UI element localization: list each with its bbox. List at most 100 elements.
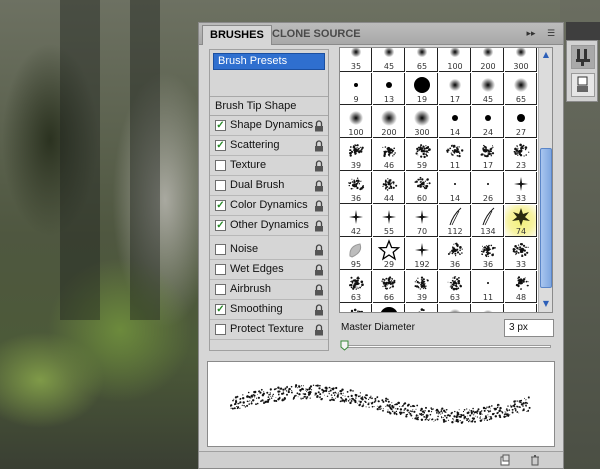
lock-icon[interactable]	[314, 264, 324, 276]
checkbox[interactable]	[215, 160, 226, 171]
brush-preset[interactable]: 200	[373, 106, 405, 138]
brush-preset[interactable]: 100	[406, 304, 438, 312]
brush-preset[interactable]: 200	[472, 48, 504, 72]
brush-preset[interactable]: 100	[439, 48, 471, 72]
brush-preset[interactable]: 24	[472, 106, 504, 138]
scroll-thumb[interactable]	[540, 148, 552, 288]
brush-preset[interactable]: 42	[340, 205, 372, 237]
brush-preset[interactable]: 14	[439, 172, 471, 204]
dock-brushes-button[interactable]	[571, 45, 595, 69]
brush-preset[interactable]: 55	[373, 205, 405, 237]
brush-preset[interactable]: 45	[373, 48, 405, 72]
checkbox[interactable]	[215, 180, 226, 191]
checkbox-checked[interactable]: ✓	[215, 220, 226, 231]
brush-preset[interactable]: 59	[406, 139, 438, 171]
brush-preset[interactable]: 36	[439, 238, 471, 270]
master-diameter-input[interactable]: 3 px	[504, 319, 554, 337]
lock-icon[interactable]	[314, 120, 324, 132]
brush-preset[interactable]: 23	[505, 139, 537, 171]
brush-preset[interactable]: 17	[472, 139, 504, 171]
brush-preset[interactable]: 60	[406, 172, 438, 204]
checkbox[interactable]	[215, 324, 226, 335]
brush-preset[interactable]: 70	[406, 205, 438, 237]
brush-preset[interactable]: 36	[340, 172, 372, 204]
brush-grid-scrollbar[interactable]: ▲ ▼	[538, 48, 552, 312]
brush-preset[interactable]: 46	[373, 139, 405, 171]
brush-preset[interactable]: 11	[439, 139, 471, 171]
option-row[interactable]: ✓ Color Dynamics	[210, 196, 328, 216]
lock-icon[interactable]	[314, 200, 324, 212]
option-row[interactable]: Wet Edges	[210, 260, 328, 280]
brush-preset[interactable]: 11	[472, 271, 504, 303]
checkbox[interactable]	[215, 284, 226, 295]
scroll-down-icon[interactable]: ▼	[540, 298, 552, 310]
brush-preset[interactable]: 39	[406, 271, 438, 303]
new-preset-icon[interactable]	[499, 454, 511, 466]
lock-icon[interactable]	[314, 324, 324, 336]
brush-preset[interactable]: 17	[439, 73, 471, 105]
brush-preset[interactable]: 65	[406, 48, 438, 72]
brush-preset[interactable]: 300	[505, 48, 537, 72]
brush-preset[interactable]: 100	[340, 106, 372, 138]
brush-preset[interactable]: 95	[340, 238, 372, 270]
brush-preset[interactable]: 14	[439, 106, 471, 138]
scroll-up-icon[interactable]: ▲	[540, 49, 552, 61]
brush-preset[interactable]: 29	[373, 238, 405, 270]
brush-preset[interactable]: 74	[505, 205, 537, 237]
master-diameter-slider[interactable]	[343, 345, 551, 348]
option-row[interactable]: Noise	[210, 240, 328, 260]
brush-preset[interactable]: 55	[373, 304, 405, 312]
lock-icon[interactable]	[314, 220, 324, 232]
brush-preset[interactable]: 63	[340, 271, 372, 303]
brush-preset[interactable]: 192	[406, 238, 438, 270]
brush-preset[interactable]: 33	[505, 238, 537, 270]
option-row[interactable]: ✓ Scattering	[210, 136, 328, 156]
brush-preset[interactable]: 45	[472, 304, 504, 312]
option-row[interactable]: Airbrush	[210, 280, 328, 300]
lock-icon[interactable]	[314, 304, 324, 316]
checkbox-checked[interactable]: ✓	[215, 120, 226, 131]
brush-preset[interactable]: 36	[472, 238, 504, 270]
brush-preset[interactable]: 134	[472, 205, 504, 237]
lock-icon[interactable]	[314, 180, 324, 192]
checkbox-checked[interactable]: ✓	[215, 200, 226, 211]
slider-thumb[interactable]	[340, 340, 349, 351]
brush-preset[interactable]: 13	[373, 73, 405, 105]
lock-icon[interactable]	[314, 160, 324, 172]
brush-preset[interactable]: 45	[472, 73, 504, 105]
option-row[interactable]: ✓ Smoothing	[210, 300, 328, 320]
dock-clone-source-button[interactable]	[571, 73, 595, 97]
option-row[interactable]: Dual Brush	[210, 176, 328, 196]
brush-preset[interactable]: 66	[373, 271, 405, 303]
trash-icon[interactable]	[529, 454, 541, 466]
option-row[interactable]: Texture	[210, 156, 328, 176]
checkbox[interactable]	[215, 244, 226, 255]
collapse-icon[interactable]: ▸▸	[523, 27, 539, 41]
brush-preset[interactable]: 9	[340, 73, 372, 105]
brush-preset[interactable]: 48	[505, 271, 537, 303]
option-row[interactable]: ✓ Other Dynamics	[210, 216, 328, 236]
brush-preset[interactable]: 112	[439, 205, 471, 237]
brush-preset[interactable]: 63	[439, 271, 471, 303]
tab-brushes[interactable]: BRUSHES	[202, 25, 272, 45]
brush-preset[interactable]: 27	[505, 106, 537, 138]
option-row[interactable]: Protect Texture	[210, 320, 328, 340]
brush-preset[interactable]: 35	[340, 48, 372, 72]
checkbox-checked[interactable]: ✓	[215, 140, 226, 151]
brush-tip-shape-item[interactable]: Brush Tip Shape	[210, 96, 328, 116]
brush-presets-button[interactable]: Brush Presets	[213, 53, 325, 70]
brush-preset[interactable]: 19	[406, 73, 438, 105]
brush-preset[interactable]: 44	[373, 172, 405, 204]
checkbox-checked[interactable]: ✓	[215, 304, 226, 315]
brush-preset[interactable]: 75	[439, 304, 471, 312]
lock-icon[interactable]	[314, 284, 324, 296]
brush-preset[interactable]: 33	[505, 172, 537, 204]
brush-preset[interactable]: 32	[340, 304, 372, 312]
brush-preset[interactable]: 300	[406, 106, 438, 138]
tab-clone-source[interactable]: CLONE SOURCE	[265, 25, 368, 45]
brush-preset[interactable]: 39	[340, 139, 372, 171]
lock-icon[interactable]	[314, 140, 324, 152]
brush-preset[interactable]: 65	[505, 73, 537, 105]
lock-icon[interactable]	[314, 244, 324, 256]
brush-preset[interactable]: 26	[472, 172, 504, 204]
